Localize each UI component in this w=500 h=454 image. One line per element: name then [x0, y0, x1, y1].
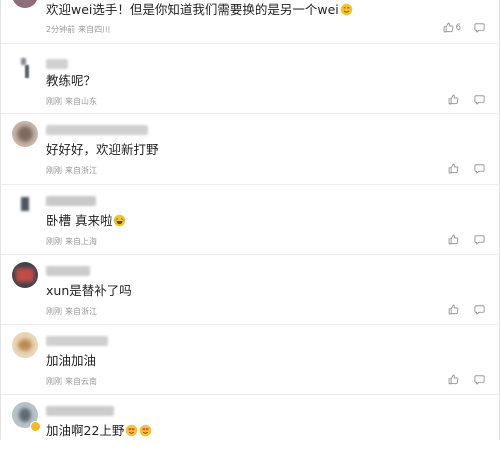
- comment-text: 教练呢？: [46, 73, 97, 88]
- comment-text: 卧槽 真来啦: [46, 213, 126, 229]
- thumb-up-icon: [443, 22, 454, 33]
- reply-icon[interactable]: [474, 94, 485, 105]
- thumb-up-icon: [448, 234, 459, 245]
- comment-time: 刚刚: [46, 237, 62, 246]
- comment-location: 来自四川: [78, 25, 111, 34]
- comment-time: 2分钟前: [46, 25, 76, 34]
- comment-item: 加油啊22上野: [1, 394, 499, 454]
- avatar[interactable]: [12, 55, 38, 81]
- comment-location: 来自云南: [65, 377, 97, 386]
- comment-location: 来自浙江: [65, 307, 97, 316]
- username-blurred[interactable]: [46, 336, 108, 346]
- reply-icon[interactable]: [474, 374, 485, 385]
- reply-icon[interactable]: [474, 304, 485, 315]
- comment-item: 教练呢？ 刚刚 来自山东: [1, 43, 499, 114]
- comment-meta: 刚刚 来自上海: [46, 236, 97, 247]
- like-button[interactable]: [448, 304, 461, 315]
- like-button[interactable]: [448, 374, 461, 385]
- avatar[interactable]: [12, 262, 38, 288]
- comment-time: 刚刚: [46, 166, 62, 175]
- comment-time: 刚刚: [46, 97, 62, 106]
- comment-item: 卧槽 真来啦 刚刚 来自上海: [1, 184, 499, 255]
- comment-location: 来自山东: [65, 97, 97, 106]
- like-button[interactable]: [448, 94, 461, 105]
- reply-icon[interactable]: [474, 163, 485, 174]
- like-count: 6: [455, 22, 461, 33]
- emoji-icon: [126, 424, 138, 437]
- username-blurred[interactable]: [46, 266, 90, 276]
- comment-text: xun是替补了吗: [46, 283, 132, 298]
- comment-meta: 刚刚 来自浙江: [46, 306, 97, 317]
- emoji-icon: [114, 214, 126, 227]
- comment-meta: 刚刚 来自山东: [46, 96, 97, 107]
- reply-icon[interactable]: [474, 22, 485, 33]
- comment-text-content: 加油啊22上野: [46, 423, 125, 438]
- comment-item: 欢迎wei选手！但是你知道我们需要换的是另一个wei 2分钟前 来自四川 6: [1, 0, 499, 44]
- avatar[interactable]: [12, 121, 38, 147]
- avatar[interactable]: [12, 332, 38, 358]
- like-button[interactable]: [448, 163, 461, 174]
- comment-text: 加油加油: [46, 353, 97, 368]
- comment-time: 刚刚: [46, 307, 62, 316]
- comment-meta: 刚刚 来自云南: [46, 376, 97, 387]
- reply-icon[interactable]: [474, 234, 485, 245]
- thumb-up-icon: [448, 94, 459, 105]
- thumb-up-icon: [448, 374, 459, 385]
- comment-meta: 刚刚 来自浙江: [46, 165, 97, 176]
- comment-text: 好好好，欢迎新打野: [46, 142, 159, 157]
- comment-location: 来自浙江: [65, 166, 97, 175]
- comment-meta: 2分钟前 来自四川: [46, 24, 110, 35]
- comment-feed: 欢迎wei选手！但是你知道我们需要换的是另一个wei 2分钟前 来自四川 6 教练…: [0, 0, 500, 440]
- avatar[interactable]: [12, 0, 38, 8]
- thumb-up-icon: [448, 163, 459, 174]
- comment-item: 好好好，欢迎新打野 刚刚 来自浙江: [1, 113, 499, 185]
- avatar[interactable]: [12, 192, 38, 218]
- username-blurred[interactable]: [46, 406, 114, 416]
- like-button[interactable]: [448, 234, 461, 245]
- comment-time: 刚刚: [46, 377, 62, 386]
- comment-text-content: 欢迎wei选手！但是你知道我们需要换的是另一个wei: [46, 2, 339, 17]
- like-button[interactable]: 6: [443, 22, 461, 33]
- comment-item: 加油加油 刚刚 来自云南: [1, 324, 499, 395]
- username-blurred[interactable]: [46, 196, 96, 206]
- username-blurred[interactable]: [46, 59, 68, 69]
- comment-item: xun是替补了吗 刚刚 来自浙江: [1, 254, 499, 325]
- comment-location: 来自上海: [65, 237, 97, 246]
- emoji-icon: [140, 424, 152, 437]
- username-blurred[interactable]: [46, 125, 148, 135]
- comment-text: 加油啊22上野: [46, 423, 152, 439]
- verified-badge-icon: [30, 421, 41, 432]
- emoji-icon: [340, 3, 353, 16]
- thumb-up-icon: [448, 304, 459, 315]
- comment-text-content: 卧槽 真来啦: [46, 213, 113, 228]
- comment-text: 欢迎wei选手！但是你知道我们需要换的是另一个wei: [46, 2, 353, 18]
